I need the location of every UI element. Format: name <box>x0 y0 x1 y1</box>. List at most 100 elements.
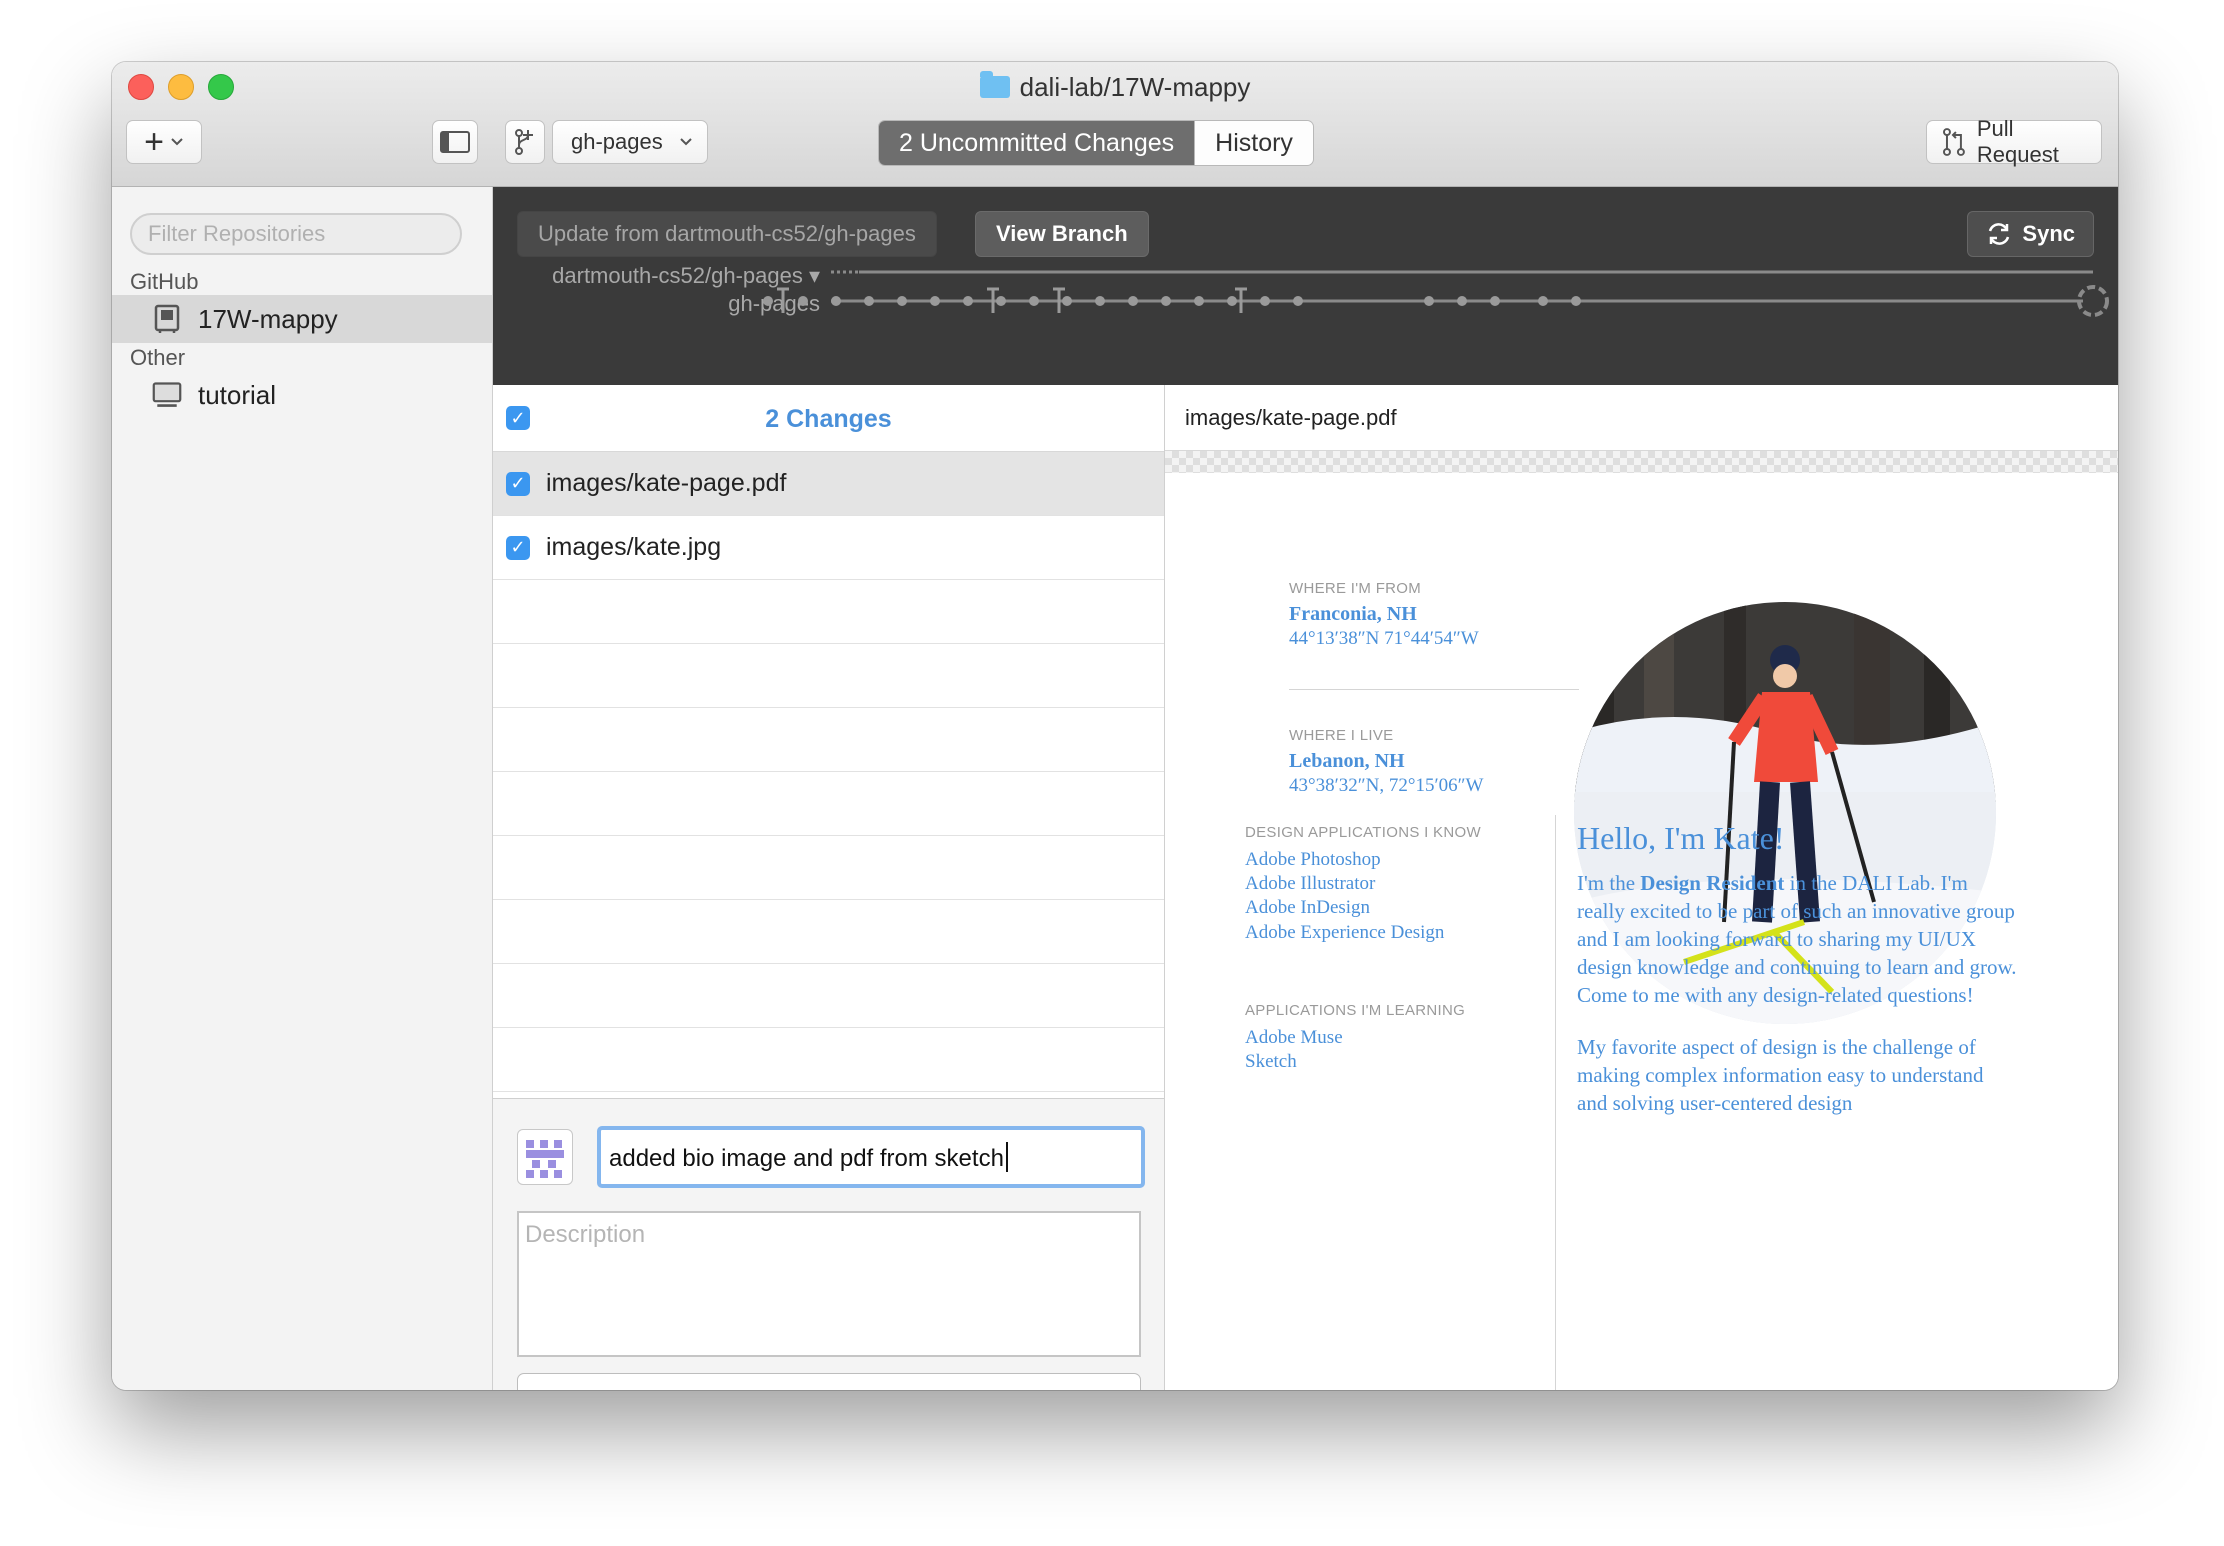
tab-history[interactable]: History <box>1194 121 1313 165</box>
changes-count-title: 2 Changes <box>765 405 892 433</box>
view-segmented-control: 2 Uncommitted Changes History <box>878 120 1314 166</box>
commit-dot <box>1062 296 1072 306</box>
file-name: images/kate.jpg <box>546 533 722 561</box>
commit-dot <box>1457 296 1467 306</box>
empty-row <box>493 644 1164 708</box>
commit-dot <box>1293 296 1303 306</box>
commit-dot <box>1161 296 1171 306</box>
where-live-place: Lebanon, NH <box>1289 750 1405 772</box>
bio-p1-intro: I'm the <box>1577 871 1641 895</box>
file-preview-panel: images/kate-page.pdf WHERE I'M FROM Fran… <box>1165 385 2118 1390</box>
repo-icon <box>152 304 182 334</box>
sidebar-group-heading-other: Other <box>130 345 186 370</box>
changes-panel: ✓ 2 Changes ✓ images/kate-page.pdf ✓ ima… <box>493 385 1165 1390</box>
apps-learning-label: APPLICATIONS I'M LEARNING <box>1245 1002 1466 1019</box>
folder-icon <box>979 71 1010 98</box>
merge-marker <box>777 287 789 313</box>
empty-row <box>493 708 1164 772</box>
pull-request-label: Pull Request <box>1976 116 2059 167</box>
file-checkbox[interactable]: ✓ <box>506 535 530 560</box>
unsynced-commit-node <box>2077 285 2109 317</box>
where-from-place: Franconia, NH <box>1289 603 1417 625</box>
where-from-coords: 44°13′38″N 71°44′54″W <box>1289 628 1479 649</box>
sidebar-item-tutorial[interactable]: tutorial <box>112 371 492 419</box>
bio-text: I'm the Design Resident in the DALI Lab.… <box>1577 869 2017 1141</box>
branch-select[interactable]: gh-pages <box>552 120 708 164</box>
pull-request-icon <box>1942 128 1965 156</box>
empty-row <box>493 772 1164 836</box>
commit-dot <box>1490 296 1500 306</box>
empty-row <box>493 836 1164 900</box>
empty-row <box>493 580 1164 644</box>
sidebar-item-label: tutorial <box>198 379 277 410</box>
where-from-label: WHERE I'M FROM <box>1289 580 1422 597</box>
pull-request-button[interactable]: Pull Request <box>1926 116 2102 167</box>
commit-dot <box>1424 296 1434 306</box>
sidebar-icon <box>440 131 470 153</box>
empty-row <box>493 1028 1164 1092</box>
file-name: images/kate-page.pdf <box>546 469 787 497</box>
empty-row <box>493 964 1164 1028</box>
sidebar-item-17w-mappy[interactable]: 17W-mappy <box>112 295 492 343</box>
commit-dot <box>1029 296 1039 306</box>
commit-description-input[interactable]: Description <box>517 1211 1141 1357</box>
commit-dot <box>798 296 808 306</box>
commit-dot <box>1227 296 1237 306</box>
commit-dot <box>996 296 1006 306</box>
chevron-down-icon <box>171 138 183 146</box>
sidebar-item-label: 17W-mappy <box>198 303 338 334</box>
sidebar-group-heading-github: GitHub <box>130 269 199 294</box>
user-avatar <box>517 1129 573 1185</box>
apps-know-item: Adobe Illustrator <box>1245 873 1376 894</box>
commit-button[interactable]: Commit to gh-pages <box>517 1373 1141 1390</box>
changes-header: ✓ 2 Changes <box>493 385 1164 452</box>
bio-paragraph-2: My favorite aspect of design is the chal… <box>1577 1035 1984 1115</box>
apps-learning-item: Adobe Muse <box>1245 1027 1343 1048</box>
commit-dot <box>1571 296 1581 306</box>
commit-dot <box>1260 296 1270 306</box>
apps-know-label: DESIGN APPLICATIONS I KNOW <box>1245 824 1481 841</box>
commit-dot <box>1194 296 1204 306</box>
apps-know-item: Adobe Photoshop <box>1245 849 1381 870</box>
commit-timeline <box>763 270 2109 317</box>
file-row[interactable]: ✓ images/kate.jpg <box>493 516 1164 580</box>
pdf-column-divider <box>1555 815 1556 1390</box>
toggle-sidebar-button[interactable] <box>432 120 478 164</box>
where-live-label: WHERE I LIVE <box>1289 727 1394 744</box>
preview-filename: images/kate-page.pdf <box>1165 385 2118 451</box>
computer-icon <box>152 380 182 410</box>
commit-summary-value: added bio image and pdf from sketch <box>609 1145 1004 1172</box>
branch-icon <box>515 129 533 155</box>
apps-know-item: Adobe InDesign <box>1245 897 1371 918</box>
filter-placeholder: Filter Repositories <box>148 221 326 246</box>
empty-row <box>493 900 1164 964</box>
commit-summary-input[interactable]: added bio image and pdf from sketch <box>597 1126 1145 1188</box>
commit-dot <box>897 296 907 306</box>
bio-greeting: Hello, I'm Kate! <box>1577 820 1785 856</box>
file-checkbox[interactable]: ✓ <box>506 471 530 496</box>
create-branch-button[interactable] <box>505 120 545 164</box>
repository-sidebar: Filter Repositories GitHub 17W-mappy Oth… <box>112 187 493 1390</box>
where-live-coords: 43°38′32″N, 72°15′06″W <box>1289 775 1484 796</box>
commit-dot <box>1095 296 1105 306</box>
app-window: dali-lab/17W-mappy + gh-pages 2 Uncommit… <box>112 62 2118 1390</box>
bio-p1-role: Design Resident <box>1640 871 1785 895</box>
branch-select-value: gh-pages <box>571 129 663 154</box>
title-bar: dali-lab/17W-mappy + gh-pages 2 Uncommit… <box>112 62 2118 187</box>
filter-repositories-input[interactable]: Filter Repositories <box>130 213 462 255</box>
tab-uncommitted-changes[interactable]: 2 Uncommitted Changes <box>879 121 1195 165</box>
apps-learning-item: Sketch <box>1245 1051 1297 1072</box>
bio-paragraph-1: I'm the Design Resident in the DALI Lab.… <box>1577 869 2017 1009</box>
add-icon: + <box>144 123 164 161</box>
window-title: dali-lab/17W-mappy <box>112 71 2118 103</box>
apps-know-item: Adobe Experience Design <box>1245 922 1445 943</box>
file-row[interactable]: ✓ images/kate-page.pdf <box>493 452 1164 516</box>
commit-dot <box>963 296 973 306</box>
branch-bar: Update from dartmouth-cs52/gh-pages View… <box>493 187 2118 385</box>
add-repository-button[interactable]: + <box>126 120 202 164</box>
pdf-divider <box>1289 689 1579 690</box>
commit-dot <box>763 296 773 306</box>
commit-dot <box>930 296 940 306</box>
transparency-checkerboard <box>1165 451 2118 473</box>
window-title-text: dali-lab/17W-mappy <box>1019 72 1251 102</box>
